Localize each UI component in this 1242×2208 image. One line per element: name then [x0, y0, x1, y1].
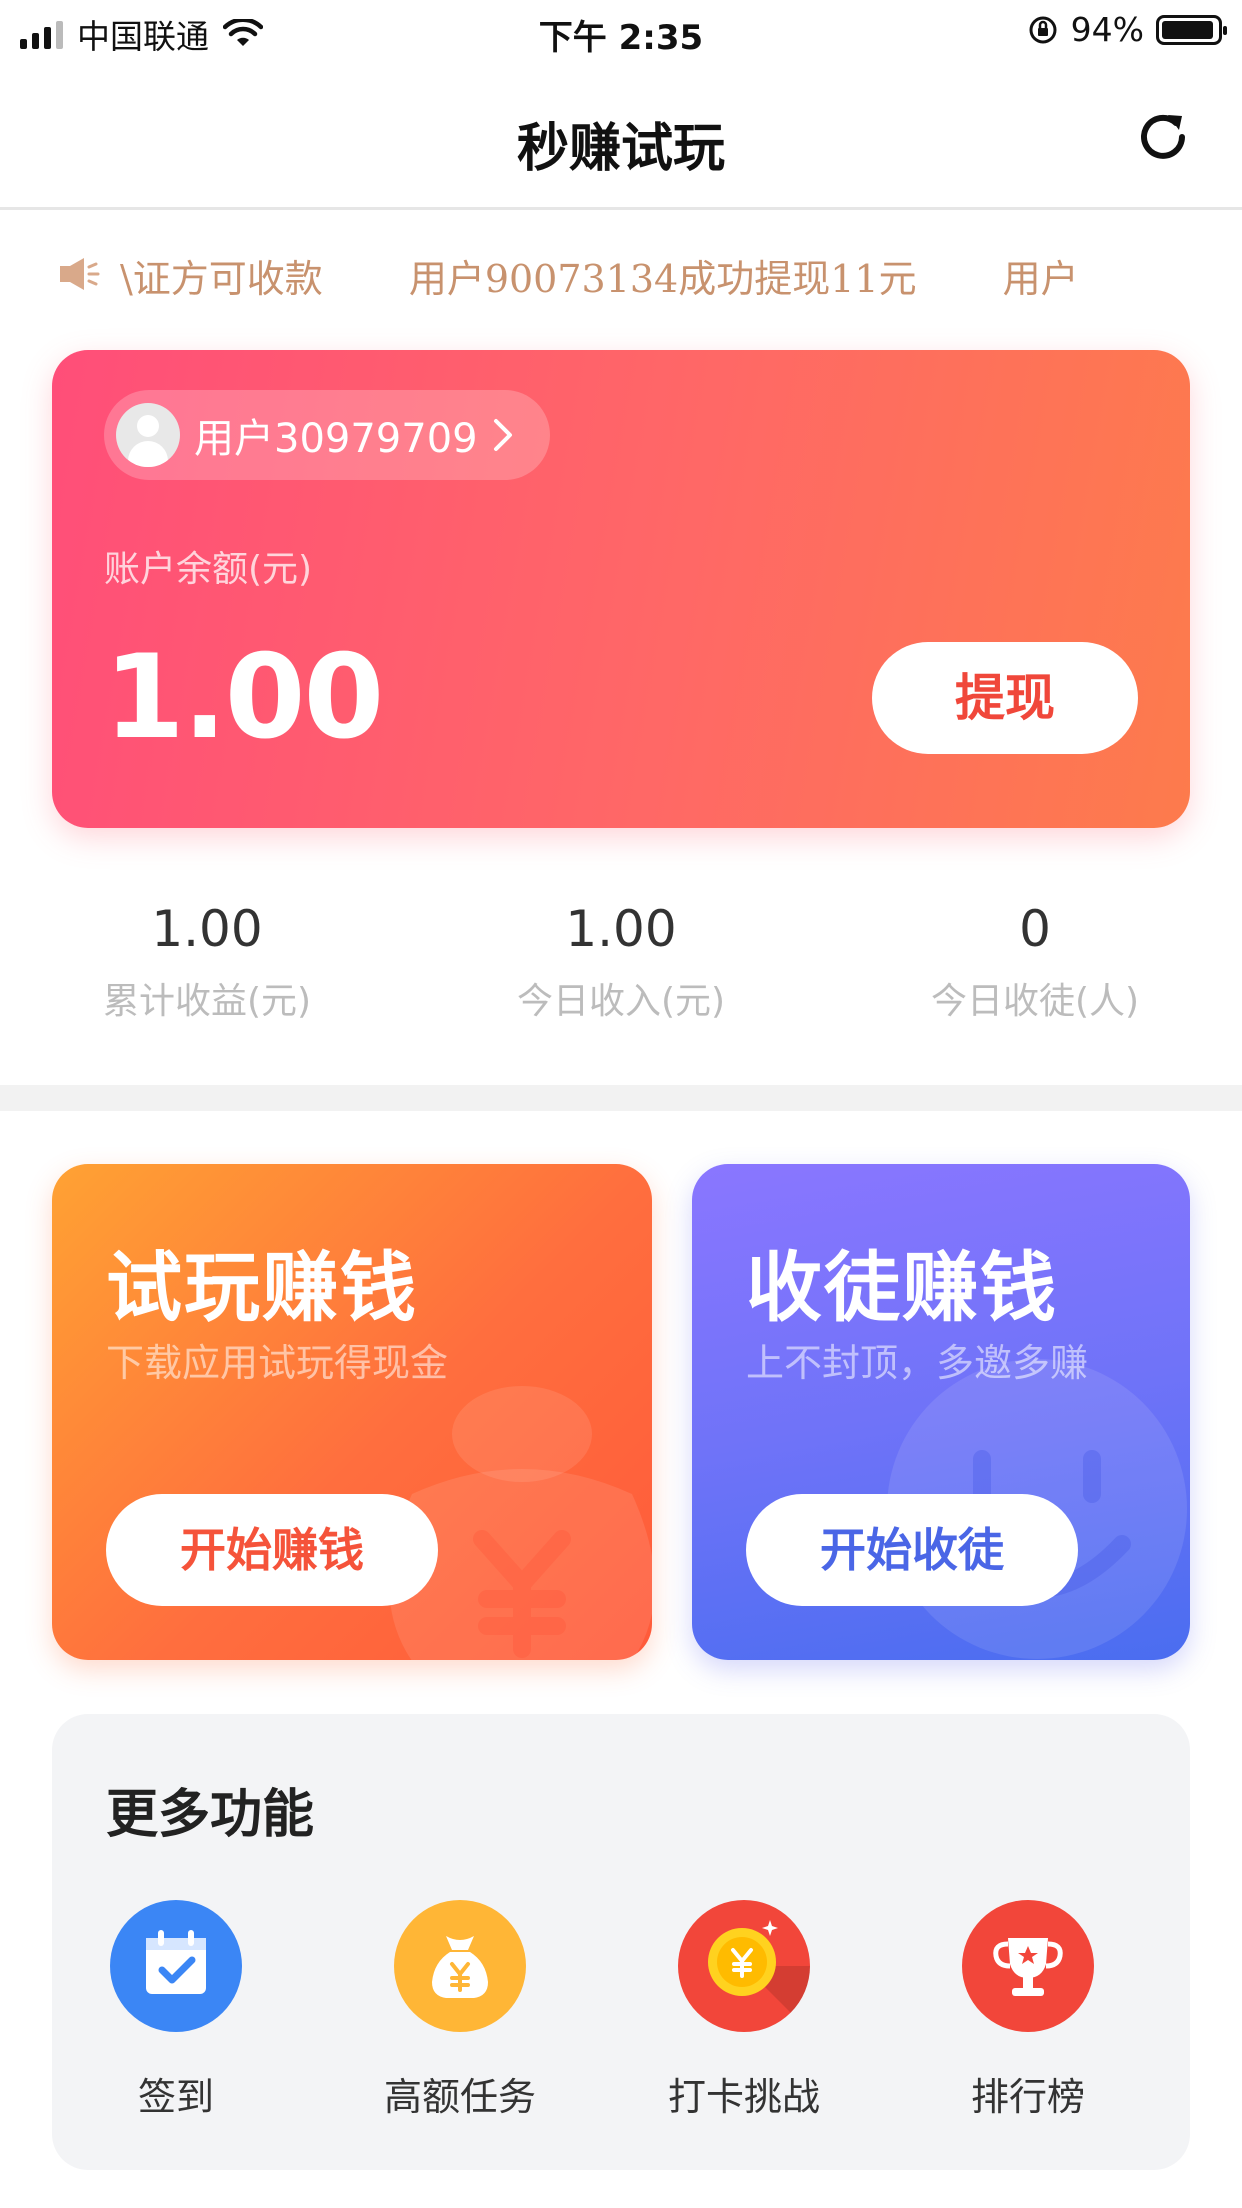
- stat-value: 0: [1019, 900, 1051, 958]
- func-checkin-challenge[interactable]: 打卡挑战: [644, 1900, 844, 2121]
- stat-today-apprentices: 0 今日收徒(人): [828, 900, 1242, 1060]
- trial-earn-card[interactable]: 试玩赚钱 下载应用试玩得现金 开始赚钱: [52, 1164, 652, 1660]
- func-label: 打卡挑战: [667, 2075, 820, 2119]
- battery-icon: [1156, 14, 1227, 45]
- stat-label: 今日收徒(人): [930, 981, 1140, 1022]
- stat-label: 累计收益(元): [102, 981, 312, 1022]
- status-bar: 中国联通 下午 2:35 94%: [0, 0, 1242, 62]
- stats-row: 1.00 累计收益(元) 1.00 今日收入(元) 0 今日收徒(人): [0, 900, 1242, 1060]
- status-right: 94%: [1027, 10, 1227, 49]
- func-label: 高额任务: [383, 2075, 536, 2119]
- ticker-message: 用户90073134成功提现11元: [408, 257, 917, 301]
- func-high-tasks[interactable]: 高额任务: [360, 1900, 560, 2121]
- battery-percent: 94%: [1070, 10, 1144, 49]
- speaker-icon: [60, 258, 100, 290]
- balance-label: 账户余额(元): [104, 549, 313, 590]
- calendar-check-icon: [110, 1900, 242, 2032]
- username: 用户30979709: [194, 416, 478, 462]
- nav-bar: 秒赚试玩: [0, 62, 1242, 210]
- stat-today-income: 1.00 今日收入(元): [414, 900, 828, 1060]
- func-label: 签到: [137, 2075, 214, 2119]
- announcement-ticker[interactable]: \证方可收款 用户90073134成功提现11元 用户: [0, 240, 1242, 310]
- refresh-icon[interactable]: [1132, 106, 1194, 168]
- stat-total-earnings: 1.00 累计收益(元): [0, 900, 414, 1060]
- page-title: 秒赚试玩: [516, 119, 725, 179]
- more-functions-panel: 更多功能 签到 高额任务 打卡挑战 排行榜: [52, 1714, 1190, 2170]
- stat-label: 今日收入(元): [516, 981, 726, 1022]
- orientation-lock-icon: [1029, 16, 1057, 43]
- battery-fill: [1162, 20, 1213, 39]
- ticker-track: \证方可收款 用户90073134成功提现11元 用户: [120, 248, 1165, 303]
- trophy-icon: [962, 1900, 1094, 2032]
- func-checkin[interactable]: 签到: [76, 1900, 276, 2121]
- ticker-message: 用户: [1002, 257, 1079, 301]
- card-title: 收徒赚钱: [746, 1243, 1058, 1332]
- coin-icon: [678, 1900, 810, 2032]
- stat-value: 1.00: [565, 900, 677, 958]
- invite-earn-card[interactable]: 收徒赚钱 上不封顶，多邀多赚 开始收徒: [692, 1164, 1190, 1660]
- money-bag-icon: [394, 1900, 526, 2032]
- card-title: 试玩赚钱: [106, 1243, 418, 1332]
- stat-value: 1.00: [151, 900, 263, 958]
- start-earning-button[interactable]: 开始赚钱: [106, 1494, 438, 1606]
- func-leaderboard[interactable]: 排行榜: [928, 1900, 1128, 2121]
- withdraw-button[interactable]: 提现: [872, 642, 1138, 754]
- ticker-message: \证方可收款: [120, 257, 323, 301]
- balance-value: 1.00: [104, 630, 384, 765]
- card-subtitle: 下载应用试玩得现金: [106, 1341, 449, 1385]
- avatar: [116, 403, 180, 467]
- user-profile-pill[interactable]: 用户30979709: [104, 390, 550, 480]
- func-label: 排行榜: [970, 2075, 1085, 2119]
- section-divider: [0, 1085, 1242, 1111]
- chevron-right-icon: [493, 419, 512, 451]
- section-title: 更多功能: [106, 1785, 315, 1845]
- card-subtitle: 上不封顶，多邀多赚: [746, 1341, 1089, 1385]
- balance-card: 用户30979709 账户余额(元) 1.00 提现: [52, 350, 1190, 828]
- start-inviting-button[interactable]: 开始收徒: [746, 1494, 1078, 1606]
